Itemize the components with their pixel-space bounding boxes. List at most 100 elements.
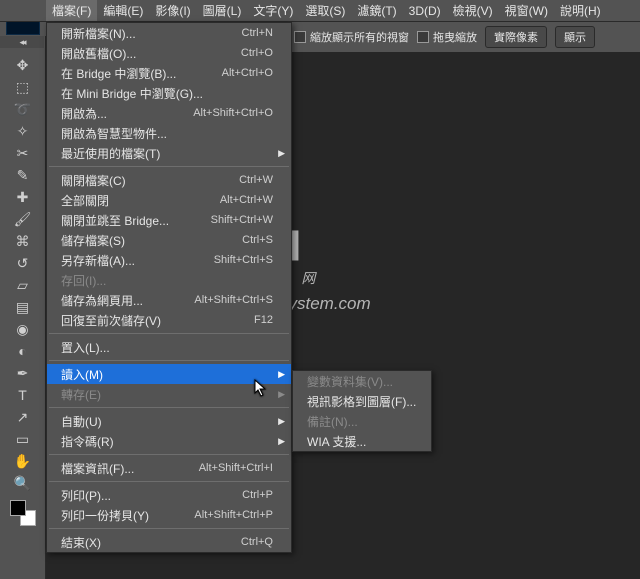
menu-item[interactable]: 列印(P)...Ctrl+P (47, 485, 291, 505)
submenu-item-label: 備註(N)... (307, 413, 413, 430)
menu-item[interactable]: 置入(L)... (47, 337, 291, 357)
move-tool-icon[interactable]: ✥ (11, 54, 35, 76)
submenu-item[interactable]: WIA 支援... (293, 431, 431, 451)
menu-item[interactable]: 檔案資訊(F)...Alt+Shift+Ctrl+I (47, 458, 291, 478)
menu-item-label: 開啟為... (61, 105, 193, 122)
menu-item-shortcut: Ctrl+Q (241, 536, 273, 548)
eyedropper-tool-icon[interactable]: ✎ (11, 164, 35, 186)
menu-item-shortcut: Alt+Shift+Ctrl+P (194, 509, 273, 521)
submenu-item[interactable]: 視訊影格到圖層(F)... (293, 391, 431, 411)
eraser-tool-icon[interactable]: ▱ (11, 274, 35, 296)
menu-item-label: 關閉並跳至 Bridge... (61, 212, 211, 229)
brush-tool-icon[interactable]: 🖌 (11, 208, 35, 230)
marquee-tool-icon[interactable]: ⬚ (11, 76, 35, 98)
menu-item-label: 置入(L)... (61, 339, 273, 356)
menu-item-label: 自動(U) (61, 413, 273, 430)
menu-item-label: 存回(I)... (61, 272, 273, 289)
crop-tool-icon[interactable]: ✂ (11, 142, 35, 164)
menu-item[interactable]: 關閉並跳至 Bridge...Shift+Ctrl+W (47, 210, 291, 230)
blur-tool-icon[interactable]: ◉ (11, 318, 35, 340)
foreground-color[interactable] (10, 500, 26, 516)
menu-item-label: 列印一份拷貝(Y) (61, 507, 194, 524)
menu-item[interactable]: 開啟舊檔(O)...Ctrl+O (47, 43, 291, 63)
menu-item[interactable]: 儲存檔案(S)Ctrl+S (47, 230, 291, 250)
menu-item-shortcut: Ctrl+W (239, 174, 273, 186)
pen-tool-icon[interactable]: ✒ (11, 362, 35, 384)
wand-tool-icon[interactable]: ✧ (11, 120, 35, 142)
menu-item[interactable]: 開啟為...Alt+Shift+Ctrl+O (47, 103, 291, 123)
checkbox-label: 縮放顯示所有的視窗 (310, 29, 409, 45)
menu-item[interactable]: 開啟為智慧型物件... (47, 123, 291, 143)
menu-item-shortcut: Ctrl+S (242, 234, 273, 246)
menu-item-shortcut: Alt+Shift+Ctrl+O (193, 107, 273, 119)
lasso-tool-icon[interactable]: ➰ (11, 98, 35, 120)
menu-item[interactable]: 開新檔案(N)...Ctrl+N (47, 23, 291, 43)
menu-item[interactable]: 全部關閉Alt+Ctrl+W (47, 190, 291, 210)
menu-item-label: 列印(P)... (61, 487, 242, 504)
zoom-tool-icon[interactable]: 🔍 (11, 472, 35, 494)
menu-item-label: 讀入(M) (61, 366, 273, 383)
menu-item-label: 另存新檔(A)... (61, 252, 214, 269)
menu-separator (49, 481, 289, 482)
menubar-item[interactable]: 3D(D) (403, 2, 447, 20)
menubar-item[interactable]: 檢視(V) (447, 0, 499, 21)
menu-item[interactable]: 在 Mini Bridge 中瀏覽(G)... (47, 83, 291, 103)
menu-item-shortcut: Shift+Ctrl+S (214, 254, 273, 266)
menu-item[interactable]: 列印一份拷貝(Y)Alt+Shift+Ctrl+P (47, 505, 291, 525)
menu-separator (49, 333, 289, 334)
menu-item-shortcut: Alt+Ctrl+O (222, 67, 273, 79)
file-menu: 開新檔案(N)...Ctrl+N開啟舊檔(O)...Ctrl+O在 Bridge… (46, 22, 292, 553)
scrubby-zoom-checkbox[interactable]: 拖曳縮放 (417, 29, 477, 45)
menu-item-label: 全部關閉 (61, 192, 220, 209)
menu-item[interactable]: 在 Bridge 中瀏覽(B)...Alt+Ctrl+O (47, 63, 291, 83)
menu-item[interactable]: 關閉檔案(C)Ctrl+W (47, 170, 291, 190)
menubar-item[interactable]: 編輯(E) (97, 0, 149, 21)
menu-item-label: 開啟舊檔(O)... (61, 45, 241, 62)
menu-item-label: 儲存為網頁用... (61, 292, 194, 309)
path-tool-icon[interactable]: ↗ (11, 406, 35, 428)
menu-item-label: 開新檔案(N)... (61, 25, 242, 42)
menu-item[interactable]: 回復至前次儲存(V)F12 (47, 310, 291, 330)
menu-item[interactable]: 結束(X)Ctrl+Q (47, 532, 291, 552)
type-tool-icon[interactable]: T (11, 384, 35, 406)
menu-item[interactable]: 最近使用的檔案(T) ▶ (47, 143, 291, 163)
submenu-item-label: WIA 支援... (307, 433, 413, 450)
submenu-item-label: 變數資料集(V)... (307, 373, 413, 390)
menu-item[interactable]: 指令碼(R)▶ (47, 431, 291, 451)
menu-separator (49, 528, 289, 529)
menubar-item[interactable]: 影像(I) (149, 0, 196, 21)
menu-item-label: 結束(X) (61, 534, 241, 551)
menu-item-label: 指令碼(R) (61, 433, 273, 450)
menubar-item[interactable]: 文字(Y) (247, 0, 299, 21)
menubar-item[interactable]: 選取(S) (299, 0, 351, 21)
history-tool-icon[interactable]: ↺ (11, 252, 35, 274)
zoom-all-windows-checkbox[interactable]: 縮放顯示所有的視窗 (294, 29, 409, 45)
menu-separator (49, 360, 289, 361)
menubar-item[interactable]: 視窗(W) (499, 0, 554, 21)
menu-item[interactable]: 自動(U)▶ (47, 411, 291, 431)
dodge-tool-icon[interactable]: ◐ (11, 340, 35, 362)
submenu-arrow-icon: ▶ (278, 148, 285, 159)
submenu-arrow-icon: ▶ (278, 389, 285, 400)
menubar-item[interactable]: 檔案(F) (46, 0, 97, 21)
actual-pixels-button[interactable]: 實際像素 (485, 26, 547, 48)
menu-item[interactable]: 讀入(M)▶ (47, 364, 291, 384)
gradient-tool-icon[interactable]: ▤ (11, 296, 35, 318)
menu-item[interactable]: 儲存為網頁用...Alt+Shift+Ctrl+S (47, 290, 291, 310)
menubar-item[interactable]: 說明(H) (554, 0, 607, 21)
menubar-item[interactable]: 圖層(L) (197, 0, 248, 21)
menubar-item[interactable]: 濾鏡(T) (351, 0, 402, 21)
submenu-item: 變數資料集(V)... (293, 371, 431, 391)
fit-screen-button[interactable]: 顯示 (555, 26, 595, 48)
rect-tool-icon[interactable]: ▭ (11, 428, 35, 450)
menubar: 檔案(F)編輯(E)影像(I)圖層(L)文字(Y)選取(S)濾鏡(T)3D(D)… (0, 0, 640, 22)
color-swatch[interactable] (10, 500, 36, 526)
menu-item[interactable]: 另存新檔(A)...Shift+Ctrl+S (47, 250, 291, 270)
stamp-tool-icon[interactable]: ⌘ (11, 230, 35, 252)
heal-tool-icon[interactable]: ✚ (11, 186, 35, 208)
menu-item: 存回(I)... (47, 270, 291, 290)
hand-tool-icon[interactable]: ✋ (11, 450, 35, 472)
menu-item-label: 最近使用的檔案(T) (61, 145, 273, 162)
toolbox-expand-icon[interactable] (0, 36, 44, 48)
toolbox: ✥⬚➰✧✂✎✚🖌⌘↺▱▤◉◐✒T↗▭✋🔍 (0, 36, 46, 579)
